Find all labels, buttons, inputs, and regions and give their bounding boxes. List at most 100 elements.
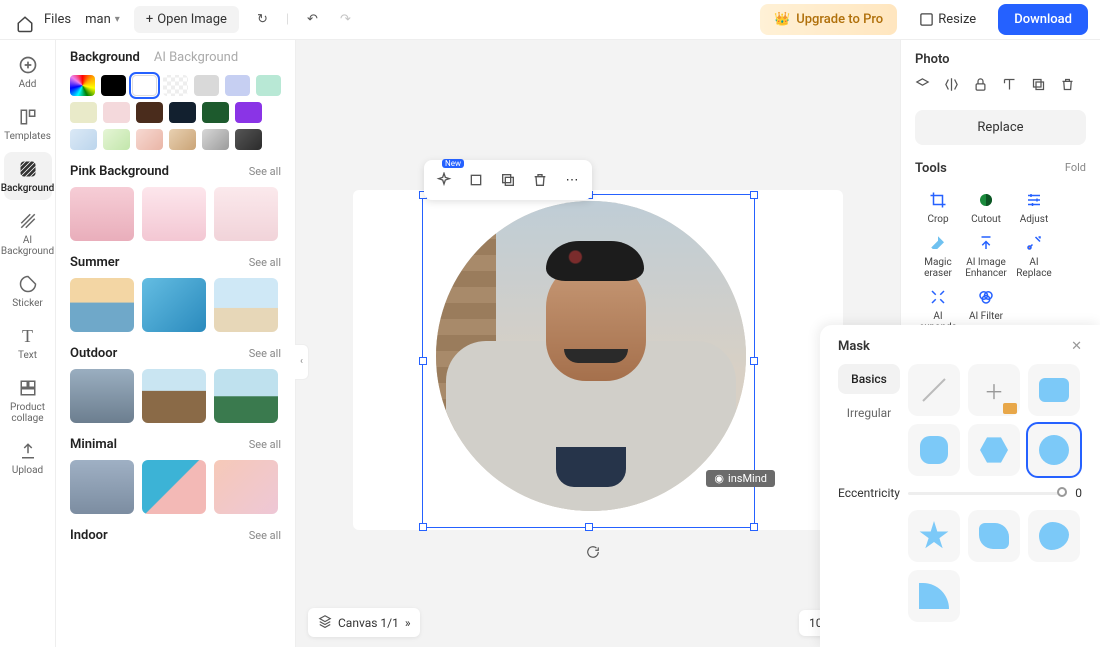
files-menu[interactable]: Files [44, 12, 71, 27]
thumb-pink-2[interactable] [142, 187, 206, 241]
shape-hexagon[interactable] [968, 424, 1020, 476]
canvas-area[interactable]: ‹ ◉ insMind [296, 40, 900, 647]
seeall-summer[interactable]: See all [249, 256, 281, 269]
flip-icon[interactable] [944, 77, 959, 96]
handle-tr[interactable] [750, 191, 758, 199]
swatch-transparent[interactable] [163, 75, 188, 96]
document-title[interactable]: man ▾ [85, 12, 120, 27]
rail-collage[interactable]: Product collage [4, 371, 52, 430]
undo-icon[interactable]: ↶ [303, 8, 322, 31]
replace-button[interactable]: Replace [915, 110, 1086, 145]
download-button[interactable]: Download [998, 4, 1088, 35]
canvas-pager[interactable]: Canvas 1/1 » [308, 608, 420, 637]
seeall-minimal[interactable]: See all [249, 438, 281, 451]
thumb-min-3[interactable] [214, 460, 278, 514]
shape-blob[interactable] [1028, 510, 1080, 562]
shape-wave[interactable] [968, 510, 1020, 562]
rotate-handle[interactable] [586, 545, 600, 559]
shape-star[interactable] [908, 510, 960, 562]
handle-b[interactable] [585, 523, 593, 531]
copy-icon[interactable] [1031, 77, 1046, 96]
shape-circle[interactable] [1028, 424, 1080, 476]
swatch-gray[interactable] [194, 75, 219, 96]
rail-add[interactable]: Add [4, 48, 52, 96]
shape-rounded-square[interactable] [1028, 364, 1080, 416]
ecc-slider[interactable] [908, 492, 1067, 495]
rail-upload[interactable]: Upload [4, 434, 52, 482]
lock-icon[interactable] [973, 77, 988, 96]
ftb-duplicate[interactable] [494, 166, 522, 194]
seeall-indoor[interactable]: See all [249, 529, 281, 542]
shape-none[interactable] [908, 364, 960, 416]
tool-eraser[interactable]: Magic eraser [915, 231, 961, 279]
resize-button[interactable]: Resize [911, 6, 984, 33]
tool-enhancer[interactable]: AI Image Enhancer [963, 231, 1009, 279]
handle-bl[interactable] [419, 523, 427, 531]
layers-icon[interactable] [915, 77, 930, 96]
thumb-outdoor-2[interactable] [142, 369, 206, 423]
sync-icon[interactable]: ↻ [253, 8, 272, 31]
handle-l[interactable] [419, 357, 427, 365]
shape-squircle[interactable] [908, 424, 960, 476]
thumb-min-1[interactable] [70, 460, 134, 514]
shape-quarter[interactable] [908, 570, 960, 622]
swatch-cream[interactable] [70, 102, 97, 123]
tool-adjust[interactable]: Adjust [1011, 188, 1057, 225]
swatch-brown[interactable] [136, 102, 163, 123]
thumb-pink-1[interactable] [70, 187, 134, 241]
seeall-outdoor[interactable]: See all [249, 347, 281, 360]
tool-crop[interactable]: Crop [915, 188, 961, 225]
collapse-panel-button[interactable]: ‹ [295, 344, 309, 380]
selection-box[interactable] [422, 194, 755, 528]
mask-tab-basics[interactable]: Basics [838, 364, 900, 394]
ftb-ai[interactable]: New [430, 166, 458, 194]
swatch-periwinkle[interactable] [225, 75, 250, 96]
home-icon[interactable] [12, 11, 30, 29]
swatch-navy[interactable] [169, 102, 196, 123]
thumb-min-2[interactable] [142, 460, 206, 514]
ecc-knob[interactable] [1057, 487, 1067, 497]
swatch-darkgreen[interactable] [202, 102, 229, 123]
swatch-grad1[interactable] [70, 129, 97, 150]
thumb-summer-3[interactable] [214, 278, 278, 332]
upgrade-button[interactable]: 👑 Upgrade to Pro [760, 4, 897, 35]
ftb-delete[interactable] [526, 166, 554, 194]
swatch-purple[interactable] [235, 102, 262, 123]
shape-custom[interactable]: ＋ [968, 364, 1020, 416]
swatch-rainbow[interactable] [70, 75, 95, 96]
rail-background[interactable]: Background [4, 152, 52, 200]
thumb-outdoor-1[interactable] [70, 369, 134, 423]
open-image-button[interactable]: + Open Image [134, 6, 239, 33]
mask-tab-irregular[interactable]: Irregular [838, 398, 900, 428]
thumb-pink-3[interactable] [214, 187, 278, 241]
swatch-grad5[interactable] [202, 129, 229, 150]
thumb-summer-2[interactable] [142, 278, 206, 332]
thumb-outdoor-3[interactable] [214, 369, 278, 423]
swatch-grad6[interactable] [235, 129, 262, 150]
thumb-summer-1[interactable] [70, 278, 134, 332]
ftb-more[interactable]: ⋯ [558, 166, 586, 194]
swatch-pink[interactable] [103, 102, 130, 123]
format-icon[interactable] [1002, 77, 1017, 96]
rail-sticker[interactable]: Sticker [4, 267, 52, 315]
rail-ai-background[interactable]: AI Background [4, 204, 52, 263]
swatch-grad3[interactable] [136, 129, 163, 150]
ftb-crop[interactable] [462, 166, 490, 194]
swatch-grad2[interactable] [103, 129, 130, 150]
rail-templates[interactable]: Templates [4, 100, 52, 148]
fold-button[interactable]: Fold [1065, 161, 1086, 176]
handle-r[interactable] [750, 357, 758, 365]
rail-text[interactable]: TText [4, 319, 52, 367]
redo-icon[interactable]: ↷ [336, 8, 355, 31]
trash-icon[interactable] [1060, 77, 1075, 96]
handle-br[interactable] [750, 523, 758, 531]
swatch-grad4[interactable] [169, 129, 196, 150]
seeall-pink[interactable]: See all [249, 165, 281, 178]
swatch-black[interactable] [101, 75, 126, 96]
close-icon[interactable]: ✕ [1071, 339, 1082, 354]
tool-cutout[interactable]: Cutout [963, 188, 1009, 225]
swatch-mint[interactable] [256, 75, 281, 96]
tool-aireplace[interactable]: AI Replace [1011, 231, 1057, 279]
tab-ai-background[interactable]: AI Background [154, 50, 238, 65]
tab-background[interactable]: Background [70, 50, 140, 65]
